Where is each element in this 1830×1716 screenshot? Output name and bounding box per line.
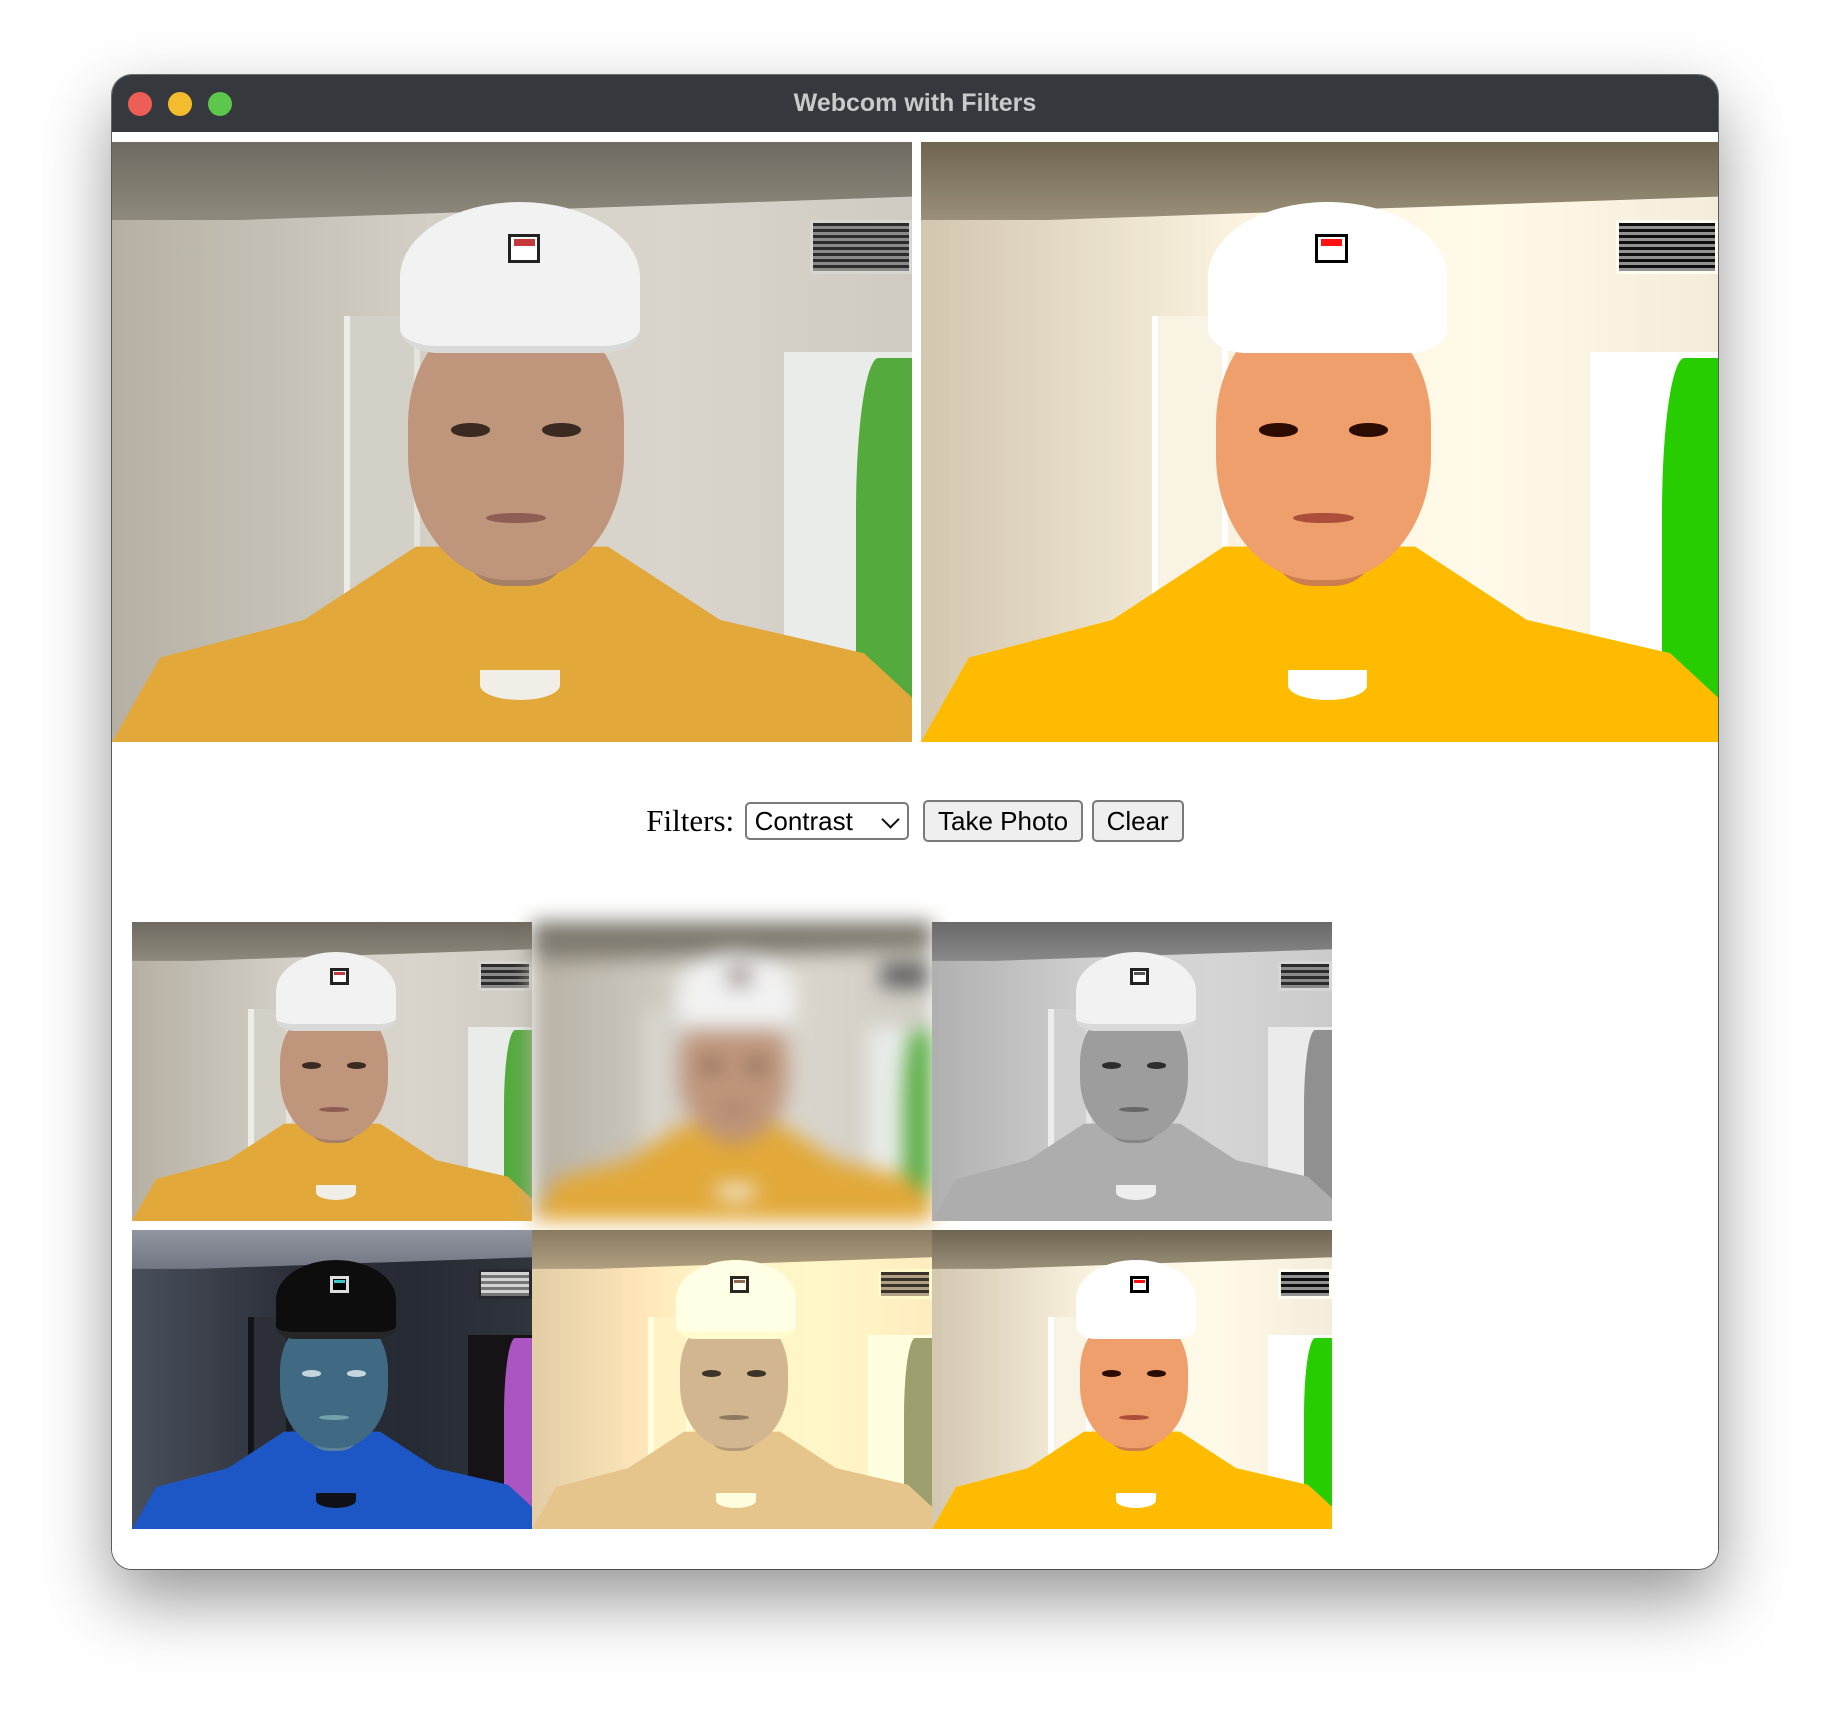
air-vent [1616,220,1718,274]
cap-logo [1315,233,1348,263]
photo-thumbnail-blur[interactable] [532,922,932,1221]
photo-thumbnail-grayscale[interactable] [932,922,1332,1221]
air-vent [810,220,912,274]
photo-thumbnail-sepia[interactable] [532,1230,932,1529]
filter-select-value: Contrast [754,806,853,836]
app-window: Webcom with Filters Filters: Contrast Ta… [112,75,1718,1569]
cap [400,202,640,353]
cap [1207,202,1447,353]
desktop: Webcom with Filters Filters: Contrast Ta… [0,0,1830,1716]
title-bar[interactable]: Webcom with Filters [112,75,1718,132]
filters-label: Filters: [646,803,735,838]
take-photo-button[interactable]: Take Photo [923,800,1084,842]
page-content: Filters: Contrast Take Photo Clear [112,132,1718,1569]
chevron-down-icon [880,810,900,829]
webcam-frame [921,142,1718,742]
photo-thumbnail-invert[interactable] [132,1230,532,1529]
clear-button[interactable]: Clear [1091,800,1184,842]
filtered-canvas [921,142,1718,742]
live-webcam-video [112,142,912,742]
photo-thumbnail-contrast[interactable] [932,1230,1332,1529]
photo-thumbnail-original[interactable] [132,922,532,1221]
filter-controls: Filters: Contrast Take Photo Clear [112,800,1718,846]
window-title: Webcom with Filters [793,89,1037,117]
cap-logo [508,233,541,263]
webcam-frame [112,142,912,742]
photo-gallery [132,922,1332,1532]
filter-select[interactable]: Contrast [744,802,909,840]
